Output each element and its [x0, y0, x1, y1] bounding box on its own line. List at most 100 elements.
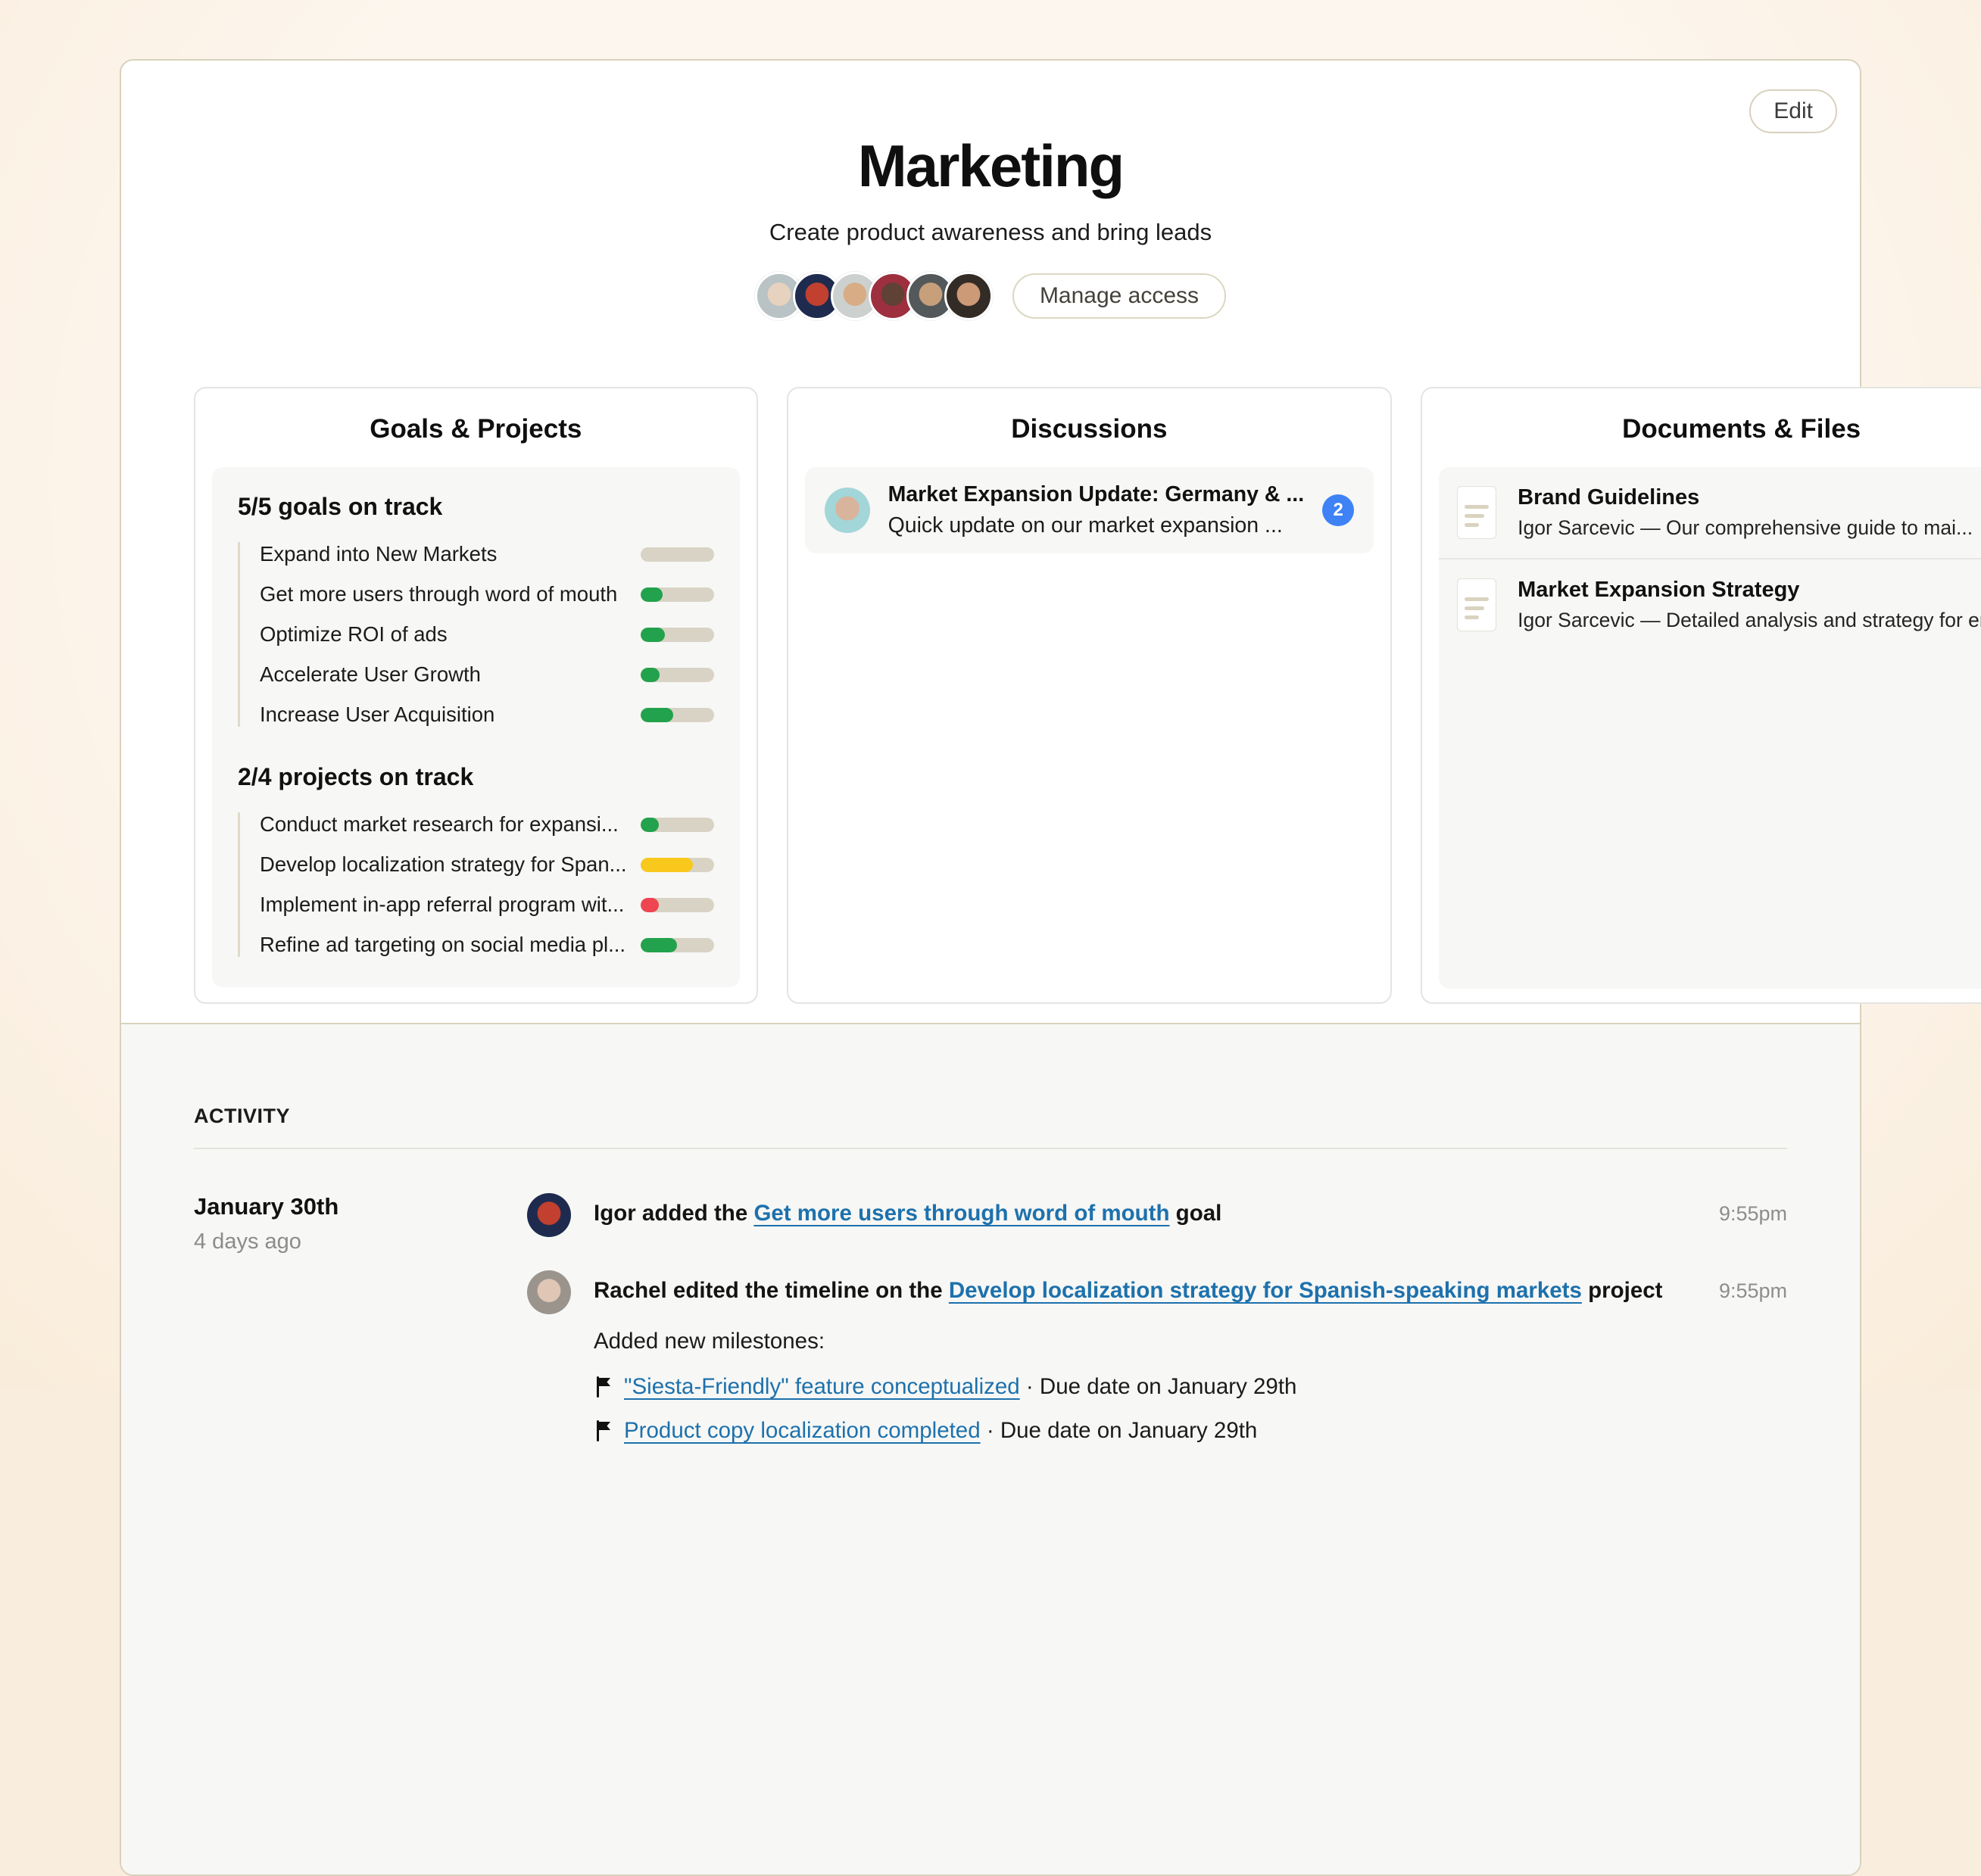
- activity-headline-post: goal: [1169, 1201, 1221, 1226]
- member-avatar-woman-curly-hair: [944, 272, 993, 320]
- goals-on-track-heading: 5/5 goals on track: [238, 493, 714, 521]
- page: { "page": { "edit_label": "Edit" }, "hea…: [0, 0, 1981, 1390]
- project-header: Marketing Create product awareness and b…: [121, 61, 1860, 320]
- progress-bar: [641, 668, 714, 682]
- projects-on-track-heading: 2/4 projects on track: [238, 763, 714, 791]
- goal-row[interactable]: Get more users through word of mouth: [260, 582, 714, 606]
- progress-bar-fill: [641, 668, 660, 682]
- document-meta: Igor Sarcevic — Our comprehensive guide …: [1518, 516, 1973, 540]
- progress-bar-fill: [641, 938, 678, 952]
- milestone-link[interactable]: Product copy localization completed: [624, 1418, 981, 1443]
- document-text: Market Expansion Strategy Igor Sarcevic …: [1518, 578, 1981, 632]
- goal-row[interactable]: Accelerate User Growth: [260, 662, 714, 687]
- document-icon: [1457, 578, 1496, 631]
- activity-section: ACTIVITY January 30th 4 days ago Igor ad…: [121, 1023, 1860, 1874]
- progress-bar-fill: [641, 898, 659, 912]
- goal-row[interactable]: Increase User Acquisition: [260, 703, 714, 727]
- activity-headline-post: project: [1582, 1278, 1663, 1303]
- progress-bar: [641, 938, 714, 952]
- document-text: Brand Guidelines Igor Sarcevic — Our com…: [1518, 485, 1973, 540]
- document-item[interactable]: Brand Guidelines Igor Sarcevic — Our com…: [1439, 467, 1981, 558]
- goal-label: Expand into New Markets: [260, 542, 497, 566]
- discussion-title: Market Expansion Update: Germany & ...: [888, 482, 1305, 507]
- activity-headline-pre: Igor added the: [594, 1201, 753, 1226]
- milestone-link[interactable]: "Siesta-Friendly" feature conceptualized: [624, 1374, 1020, 1399]
- document-title: Market Expansion Strategy: [1518, 578, 1981, 603]
- unread-count-badge: 2: [1322, 494, 1354, 526]
- activity-entry-body: Rachel edited the timeline on the Develo…: [594, 1270, 1696, 1444]
- activity-headline-pre: Rachel edited the timeline on the: [594, 1278, 949, 1303]
- goals-list: Expand into New Markets Get more users t…: [238, 542, 714, 727]
- activity-actor-avatar: [527, 1270, 571, 1314]
- discussion-item[interactable]: Market Expansion Update: Germany & ... Q…: [805, 467, 1374, 553]
- activity-entry: Igor added the Get more users through wo…: [527, 1193, 1787, 1237]
- goals-panel: 5/5 goals on track Expand into New Marke…: [212, 467, 740, 987]
- overview-cards-row: Goals & Projects 5/5 goals on track Expa…: [194, 387, 1787, 958]
- activity-date: January 30th: [194, 1193, 527, 1220]
- activity-heading: ACTIVITY: [194, 1105, 1787, 1128]
- document-meta: Igor Sarcevic — Detailed analysis and st…: [1518, 609, 1981, 632]
- progress-bar: [641, 547, 714, 562]
- progress-bar: [641, 628, 714, 642]
- activity-headline-link[interactable]: Get more users through word of mouth: [753, 1201, 1169, 1226]
- progress-bar-fill: [641, 587, 663, 602]
- progress-bar: [641, 708, 714, 722]
- goals-projects-card: Goals & Projects 5/5 goals on track Expa…: [194, 387, 758, 1004]
- edit-button[interactable]: Edit: [1749, 89, 1837, 133]
- progress-bar: [641, 898, 714, 912]
- milestone-row: Product copy localization completed · Du…: [594, 1418, 1696, 1444]
- document-icon: [1457, 486, 1496, 539]
- activity-divider: [194, 1148, 1787, 1149]
- activity-detail-heading: Added new milestones:: [594, 1329, 1696, 1354]
- goal-label: Implement in-app referral program wit...: [260, 893, 624, 917]
- goal-label: Refine ad targeting on social media pl..…: [260, 933, 625, 957]
- goal-label: Conduct market research for expansi...: [260, 812, 619, 837]
- milestones-list: "Siesta-Friendly" feature conceptualized…: [594, 1374, 1696, 1444]
- documents-files-card: Documents & Files Brand Guidelines Igor …: [1421, 387, 1981, 1004]
- goal-row[interactable]: Implement in-app referral program wit...: [260, 893, 714, 917]
- discussions-card: Discussions Market Expansion Update: Ger…: [787, 387, 1393, 1004]
- page-title: Marketing: [121, 132, 1860, 201]
- discussion-preview: Quick update on our market expansion ...: [888, 513, 1305, 538]
- page-subtitle: Create product awareness and bring leads: [121, 219, 1860, 246]
- milestone-row: "Siesta-Friendly" feature conceptualized…: [594, 1374, 1696, 1400]
- flag-icon: [594, 1376, 612, 1398]
- activity-feed: January 30th 4 days ago Igor added the G…: [194, 1193, 1787, 1444]
- goal-label: Develop localization strategy for Span..…: [260, 852, 627, 877]
- goals-projects-card-title: Goals & Projects: [209, 414, 743, 444]
- activity-headline: Igor added the Get more users through wo…: [594, 1198, 1696, 1229]
- progress-bar-fill: [641, 708, 674, 722]
- documents-panel: Brand Guidelines Igor Sarcevic — Our com…: [1439, 467, 1981, 989]
- activity-timestamp: 9:55pm: [1719, 1270, 1787, 1303]
- progress-bar: [641, 858, 714, 872]
- discussion-text: Market Expansion Update: Germany & ... Q…: [888, 482, 1305, 538]
- goal-row[interactable]: Expand into New Markets: [260, 542, 714, 566]
- manage-access-button[interactable]: Manage access: [1012, 273, 1226, 319]
- goal-row[interactable]: Optimize ROI of ads: [260, 622, 714, 647]
- goal-row[interactable]: Develop localization strategy for Span..…: [260, 852, 714, 877]
- progress-bar-fill: [641, 628, 665, 642]
- discussions-card-title: Discussions: [802, 414, 1377, 444]
- flag-icon: [594, 1419, 612, 1442]
- goal-row[interactable]: Conduct market research for expansi...: [260, 812, 714, 837]
- milestone-suffix: · Due date on January 29th: [1020, 1374, 1297, 1399]
- progress-bar-fill: [641, 818, 659, 832]
- goal-label: Accelerate User Growth: [260, 662, 481, 687]
- activity-headline: Rachel edited the timeline on the Develo…: [594, 1275, 1696, 1306]
- activity-entry-body: Igor added the Get more users through wo…: [594, 1193, 1696, 1229]
- document-item[interactable]: Market Expansion Strategy Igor Sarcevic …: [1439, 558, 1981, 650]
- project-page-card: Edit Marketing Create product awareness …: [120, 59, 1861, 1876]
- avatar-stack: [755, 272, 993, 320]
- activity-date-group: January 30th 4 days ago: [194, 1193, 527, 1444]
- milestone-suffix: · Due date on January 29th: [981, 1418, 1258, 1443]
- activity-date-relative: 4 days ago: [194, 1229, 527, 1254]
- discussions-list: Market Expansion Update: Germany & ... Q…: [802, 444, 1377, 553]
- activity-entries: Igor added the Get more users through wo…: [527, 1193, 1787, 1444]
- progress-bar: [641, 587, 714, 602]
- goal-label: Get more users through word of mouth: [260, 582, 617, 606]
- activity-headline-link[interactable]: Develop localization strategy for Spanis…: [949, 1278, 1582, 1303]
- documents-files-card-title: Documents & Files: [1436, 414, 1981, 444]
- goal-row[interactable]: Refine ad targeting on social media pl..…: [260, 933, 714, 957]
- goal-label: Optimize ROI of ads: [260, 622, 448, 647]
- discussion-author-avatar: [825, 488, 870, 533]
